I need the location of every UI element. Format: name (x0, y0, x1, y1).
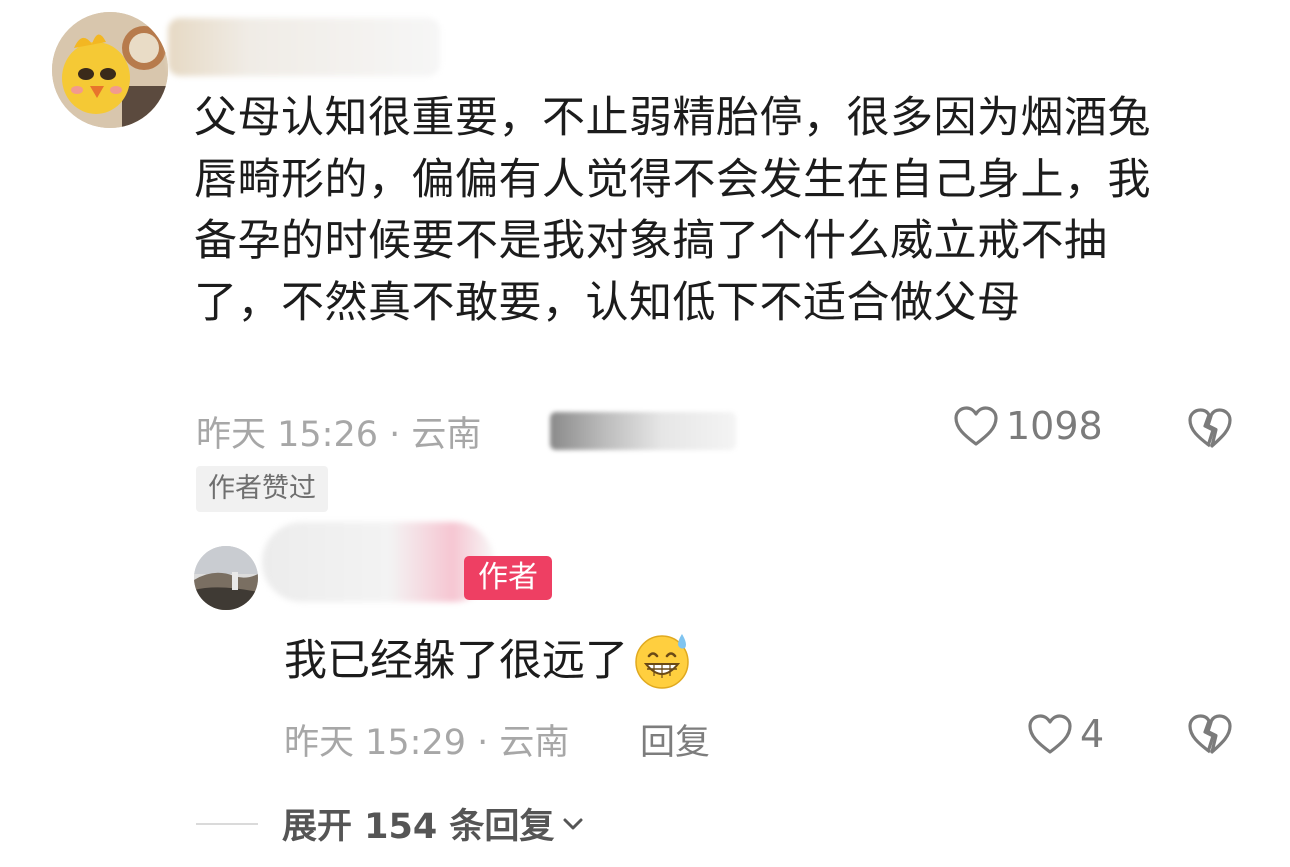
cartoon-chick-avatar-icon (52, 12, 168, 128)
comment-time-location: 昨天 15:26 · 云南 (196, 415, 482, 455)
like-count: 1098 (1006, 404, 1103, 448)
reply-author-avatar[interactable] (194, 546, 258, 610)
reply-like-count: 4 (1080, 712, 1105, 756)
expand-replies-label: 展开 154 条回复 (282, 807, 555, 847)
author-tag: 作者 (464, 556, 552, 600)
reply-time-location: 昨天 15:29 · 云南 (284, 723, 570, 763)
expand-divider (196, 822, 258, 825)
reply-author-name-blurred[interactable] (262, 522, 494, 602)
commenter-avatar[interactable] (52, 12, 168, 128)
reply-text-content: 我已经躲了很远了 (284, 636, 628, 686)
reply-link-blurred[interactable] (550, 412, 736, 450)
broken-heart-icon (1188, 714, 1232, 754)
expand-replies-row: 展开 154 条回复 (196, 798, 586, 849)
chevron-down-icon (563, 818, 583, 829)
heart-icon (1028, 714, 1072, 754)
reply-button[interactable]: 回复 (640, 714, 710, 765)
reply-dislike-button[interactable] (1186, 712, 1234, 756)
comment-text: 父母认知很重要，不止弱精胎停，很多因为烟酒兔 唇畸形的，偏偏有人觉得不会发生在自… (194, 93, 1151, 328)
dislike-button[interactable] (1186, 406, 1234, 450)
landscape-avatar-icon (194, 546, 258, 610)
like-button[interactable]: 1098 (952, 404, 1103, 448)
author-liked-badge: 作者赞过 (196, 466, 328, 512)
reply-text: 我已经躲了很远了 (284, 630, 694, 692)
broken-heart-icon (1188, 408, 1232, 448)
commenter-name-blurred[interactable] (168, 18, 440, 76)
heart-icon (954, 406, 998, 446)
reply-like-button[interactable]: 4 (1026, 712, 1104, 756)
expand-replies-button[interactable]: 展开 154 条回复 (282, 798, 586, 849)
grinning-sweat-emoji-icon (635, 634, 689, 689)
